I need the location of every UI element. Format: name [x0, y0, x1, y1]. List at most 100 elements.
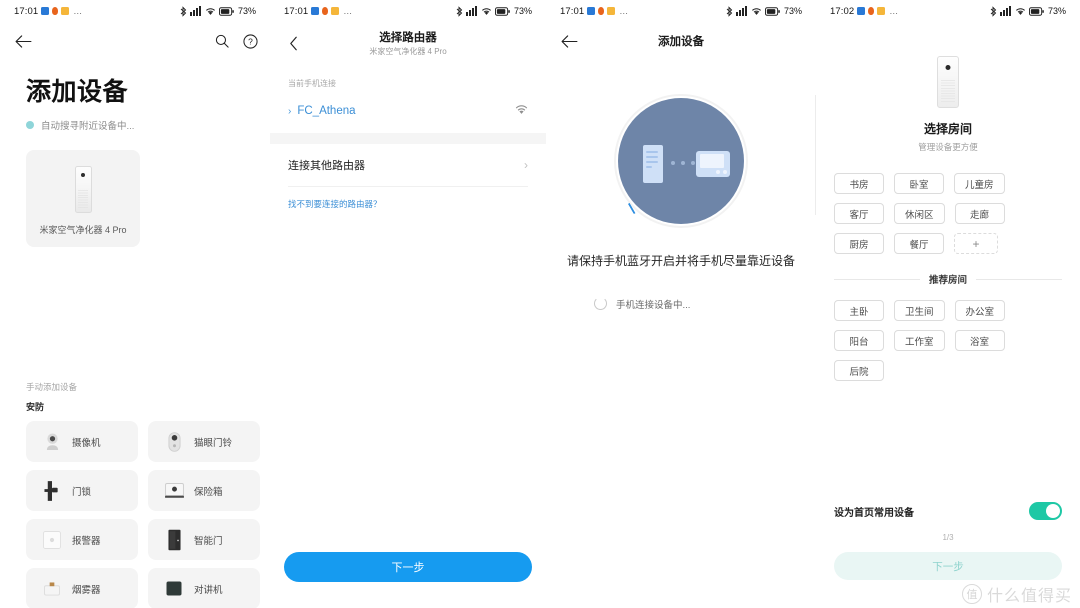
navbar-panel1: ? [0, 22, 270, 60]
recommended-room-chip[interactable]: 主卧 [834, 300, 884, 321]
recommended-room-chip[interactable]: 浴室 [954, 330, 1005, 351]
navbar-title-group: 添加设备 [546, 33, 816, 49]
connection-status-text: 手机连接设备中... [616, 299, 691, 311]
next-button[interactable]: 下一步 [834, 552, 1062, 580]
device-type-camera[interactable]: 摄像机 [26, 421, 138, 462]
page-title: 选择路由器 [379, 32, 437, 44]
recommended-room-chip-group: 主卧 卫生间 办公室 阳台 工作室 浴室 后院 [816, 286, 1080, 381]
back-button[interactable] [558, 30, 580, 52]
notification-icon-orange [52, 7, 59, 15]
status-time: 17:01 [14, 5, 39, 17]
device-icon [696, 151, 730, 177]
router-row-current[interactable]: › FC_Athena [270, 89, 546, 133]
room-chip[interactable]: 餐厅 [894, 233, 944, 254]
room-chip[interactable]: 休闲区 [894, 203, 945, 224]
bluetooth-icon [180, 5, 187, 17]
device-label: 摄像机 [72, 437, 101, 449]
page-subtitle: 管理设备更方便 [918, 142, 978, 152]
doorbell-icon [164, 430, 184, 454]
status-overflow-icon: … [889, 6, 899, 16]
scanning-status: 自动搜寻附近设备中... [0, 108, 270, 132]
device-type-doorbell[interactable]: 猫眼门铃 [148, 421, 260, 462]
help-circle-icon[interactable]: ? [243, 33, 258, 49]
recommended-room-chip[interactable]: 卫生间 [894, 300, 945, 321]
recommended-room-chip[interactable]: 阳台 [834, 330, 884, 351]
bluetooth-icon [990, 5, 997, 17]
status-bar-right: 73% [726, 5, 802, 17]
connection-status-row: 手机连接设备中... [594, 297, 816, 311]
device-type-door-lock[interactable]: 门锁 [26, 470, 138, 511]
panel-select-router: 17:01 … 73% 选择路由器 米家空气净化器 4 Pro 当前手机连接 ›… [270, 0, 546, 608]
recommended-room-chip[interactable]: 工作室 [894, 330, 945, 351]
device-button-2 [723, 170, 727, 174]
panel-bluetooth-connecting: 17:01 … 73% 添加设备 请保持手机蓝牙开启并将手机尽量靠近设备 手机连… [546, 0, 816, 608]
notification-icon-yellow [607, 7, 616, 15]
back-button[interactable] [282, 32, 304, 54]
next-button[interactable]: 下一步 [284, 552, 532, 582]
chevron-left-icon [289, 36, 297, 50]
alarm-icon [42, 528, 62, 552]
smart-door-icon [164, 528, 184, 552]
battery-icon [219, 6, 235, 16]
loading-spinner-icon [594, 297, 607, 311]
status-time: 17:02 [830, 5, 855, 17]
favorite-device-row: 设为首页常用设备 [834, 502, 1062, 520]
illustration-wrap [546, 94, 816, 228]
search-icon[interactable] [215, 34, 229, 48]
status-overflow-icon: … [73, 6, 83, 16]
favorite-device-label: 设为首页常用设备 [834, 507, 914, 519]
room-chip[interactable]: 厨房 [834, 233, 884, 254]
recommended-room-chip[interactable]: 办公室 [954, 300, 1006, 321]
status-time: 17:01 [284, 5, 309, 17]
device-type-safe-box[interactable]: 保险箱 [148, 470, 260, 511]
panel-select-room: 17:02 … 73% 选择房间 管理设备更方便 书房 卧室 儿童房 客厅 休闲… [816, 0, 1080, 608]
add-room-button[interactable]: + [954, 233, 998, 254]
chevron-right-icon: › [288, 105, 292, 117]
notification-icon-orange [598, 7, 605, 15]
safe-box-icon [164, 479, 184, 503]
divider-line-right [976, 278, 1063, 280]
connection-dots-icon [671, 161, 695, 165]
phone-icon [643, 145, 663, 183]
room-chip[interactable]: 卧室 [894, 173, 944, 194]
device-type-alarm[interactable]: 报警器 [26, 519, 138, 560]
status-overflow-icon: … [619, 6, 629, 16]
room-chip[interactable]: 走廊 [954, 203, 1005, 224]
connect-other-router-label: 连接其他路由器 [288, 160, 365, 172]
chevron-right-icon: › [524, 158, 528, 172]
back-button[interactable] [12, 30, 34, 52]
air-purifier-icon [937, 56, 959, 108]
scanning-dot-icon [26, 121, 34, 129]
found-device-card[interactable]: 米家空气净化器 4 Pro [26, 150, 140, 247]
room-chip[interactable]: 书房 [834, 173, 884, 194]
camera-icon [42, 430, 62, 454]
status-bar-left: 17:01 … [14, 6, 83, 17]
door-lock-icon [42, 479, 62, 503]
connect-other-router-row[interactable]: 连接其他路由器 › [270, 144, 546, 186]
room-chip[interactable]: 客厅 [834, 203, 884, 224]
room-chip-group: 书房 卧室 儿童房 客厅 休闲区 走廊 厨房 餐厅 + [816, 153, 1080, 254]
recommended-rooms-header: 推荐房间 [929, 275, 968, 286]
category-header-security: 安防 [26, 402, 45, 412]
cannot-find-router-link[interactable]: 找不到要连接的路由器？ [270, 187, 546, 210]
scanning-text: 自动搜寻附近设备中... [41, 121, 135, 132]
favorite-device-toggle[interactable] [1029, 502, 1062, 520]
recommended-room-chip[interactable]: 后院 [834, 360, 884, 381]
room-chip[interactable]: 儿童房 [954, 173, 1005, 194]
notification-icon-orange [322, 7, 329, 15]
device-type-smoke-detector[interactable]: 烟雾器 [26, 568, 138, 608]
status-overflow-icon: … [343, 6, 353, 16]
intercom-icon [164, 577, 184, 601]
navbar-panel2: 选择路由器 米家空气净化器 4 Pro [270, 22, 546, 64]
status-time: 17:01 [560, 5, 585, 17]
status-bar-right: 73% [990, 5, 1066, 17]
wifi-icon [515, 102, 528, 120]
device-type-grid: 摄像机 猫眼门铃 门锁 保险箱 报警器 智能门 烟雾器 对讲机 [26, 421, 260, 608]
cellular-signal-icon [466, 6, 478, 16]
device-type-intercom[interactable]: 对讲机 [148, 568, 260, 608]
instruction-text: 请保持手机蓝牙开启并将手机尽量靠近设备 [566, 254, 795, 268]
battery-icon [1029, 6, 1045, 16]
device-type-smart-door[interactable]: 智能门 [148, 519, 260, 560]
notification-icon-yellow [61, 7, 70, 15]
page-indicator: 1/3 [942, 533, 954, 542]
